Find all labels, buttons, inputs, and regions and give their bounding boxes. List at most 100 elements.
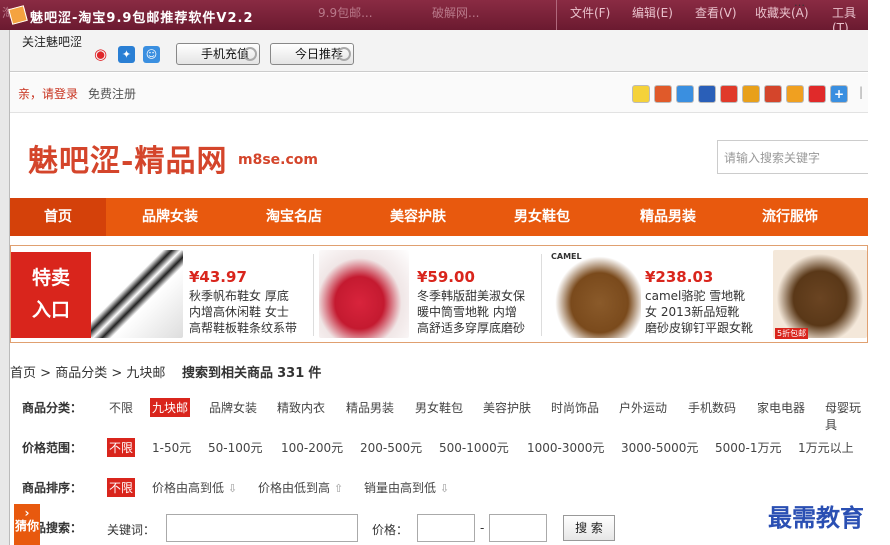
arrow-down-icon: ⇩: [227, 482, 238, 495]
site-logo[interactable]: 魅吧涩-精品网: [28, 136, 227, 180]
product-image-boots[interactable]: [773, 250, 867, 338]
breadcrumb-sep: >: [111, 366, 123, 381]
breadcrumb-category[interactable]: 商品分类: [55, 366, 107, 381]
breadcrumb-home[interactable]: 首页: [10, 366, 36, 381]
renren-icon[interactable]: [698, 85, 716, 103]
nav-men[interactable]: 精品男装: [620, 198, 716, 236]
price-option[interactable]: 1000-3000元: [525, 438, 606, 457]
nav-taobao-stores[interactable]: 淘宝名店: [246, 198, 342, 236]
tencent-weibo-icon[interactable]: ✦: [118, 46, 135, 63]
price-option[interactable]: 5000-1万元: [713, 438, 784, 457]
product-card-1[interactable]: ¥43.97 秋季帆布鞋女 厚底 内增高休闲鞋 女士 高帮鞋板鞋条纹系带: [189, 268, 297, 336]
tianya-icon[interactable]: [808, 85, 826, 103]
category-option-selected[interactable]: 九块邮: [150, 398, 191, 417]
price-option[interactable]: 100-200元: [279, 438, 345, 457]
search-input[interactable]: 请输入搜索关键字: [717, 140, 877, 174]
product-image-sneaker[interactable]: [91, 250, 183, 338]
plus-icon[interactable]: +: [830, 85, 848, 103]
product-price: ¥59.00: [417, 268, 475, 286]
product-desc-line: 女 2013新品短靴: [645, 305, 740, 319]
price-dash: -: [480, 521, 485, 535]
promo-banner: 特卖 入口 ¥43.97 秋季帆布鞋女 厚底 内增高休闲鞋 女士 高帮鞋板鞋条纹…: [10, 245, 868, 343]
price-option-selected[interactable]: 不限: [107, 438, 136, 457]
price-option[interactable]: 3000-5000元: [619, 438, 700, 457]
product-desc-line: 秋季帆布鞋女 厚底: [189, 289, 289, 303]
login-link[interactable]: 亲，请登录: [18, 85, 78, 102]
price-option[interactable]: 50-100元: [206, 438, 265, 457]
login-strip: 亲，请登录 免费注册 + |: [10, 73, 868, 113]
product-card-2[interactable]: ¥59.00 冬季韩版甜美淑女保 暖中筒雪地靴 内增 高舒适多穿厚底磨砂: [417, 268, 525, 336]
category-option[interactable]: 品牌女装: [207, 398, 259, 417]
category-option[interactable]: 精品男装: [344, 398, 396, 417]
product-card-3[interactable]: ¥238.03 camel骆驼 雪地靴 女 2013新品短靴 磨砂皮铆钉平跟女靴: [645, 268, 753, 336]
kaixin-icon[interactable]: [720, 85, 738, 103]
keyword-label: 关键词：: [107, 523, 156, 537]
category-option[interactable]: 精致内衣: [275, 398, 327, 417]
mobile-recharge-button[interactable]: 手机充值: [176, 43, 260, 65]
nav-brand-women[interactable]: 品牌女装: [122, 198, 218, 236]
sort-price-desc[interactable]: 价格由高到低 ⇩: [150, 478, 239, 497]
price-option[interactable]: 200-500元: [358, 438, 424, 457]
keyword-input[interactable]: [166, 514, 358, 542]
nav-beauty[interactable]: 美容护肤: [370, 198, 466, 236]
register-link[interactable]: 免费注册: [88, 85, 136, 102]
menu-edit[interactable]: 编辑(E): [632, 4, 673, 21]
sort-sales-desc[interactable]: 销量由高到低 ⇩: [362, 478, 451, 497]
sort-price-asc-label: 价格由低到高: [258, 481, 331, 495]
category-option[interactable]: 美容护肤: [481, 398, 533, 417]
share-icon[interactable]: [676, 85, 694, 103]
category-option[interactable]: 手机数码: [686, 398, 738, 417]
product-price: ¥43.97: [189, 268, 247, 286]
price-option[interactable]: 1-50元: [150, 438, 193, 457]
divider: |: [859, 85, 864, 99]
divider: [313, 254, 314, 336]
window-right-edge: [868, 0, 890, 545]
title-separator: [556, 0, 557, 30]
taobao-icon[interactable]: [764, 85, 782, 103]
camel-brand-label: CAMEL: [551, 252, 582, 261]
product-image-camel-boot[interactable]: [549, 250, 641, 338]
price-label: 价格：: [372, 523, 409, 537]
category-option[interactable]: 母婴玩具: [823, 398, 868, 434]
price-max-input[interactable]: [489, 514, 547, 542]
product-desc-line: 内增高休闲鞋 女士: [189, 305, 289, 319]
price-option[interactable]: 500-1000元: [437, 438, 511, 457]
sort-option-selected[interactable]: 不限: [107, 478, 136, 497]
nav-fashion[interactable]: 流行服饰: [742, 198, 838, 236]
douban-icon[interactable]: [742, 85, 760, 103]
rss-icon[interactable]: [654, 85, 672, 103]
category-option[interactable]: 不限: [107, 398, 135, 417]
window-title: 魅吧涩-淘宝9.9包邮推荐软件V2.2: [30, 11, 254, 26]
price-min-input[interactable]: [417, 514, 475, 542]
ghost-tab-1: 9.9包邮...: [318, 6, 373, 20]
tieba-icon[interactable]: [786, 85, 804, 103]
search-button[interactable]: 搜 索: [563, 515, 615, 541]
category-option[interactable]: 时尚饰品: [549, 398, 601, 417]
favorite-star-icon[interactable]: [632, 85, 650, 103]
result-unit: 件: [308, 366, 322, 381]
result-count: 331: [277, 366, 305, 381]
sort-price-asc[interactable]: 价格由低到高 ⇧: [256, 478, 345, 497]
product-desc-line: camel骆驼 雪地靴: [645, 289, 746, 303]
qq-icon[interactable]: ☺: [143, 46, 160, 63]
nav-home[interactable]: 首页: [10, 198, 106, 236]
window-left-border: [0, 30, 10, 545]
menu-file[interactable]: 文件(F): [570, 4, 610, 21]
sort-price-desc-label: 价格由高到低: [152, 481, 225, 495]
guess-side-tab[interactable]: › 猜你: [14, 504, 40, 545]
arrow-down-icon: ⇩: [439, 482, 450, 495]
sale-entry[interactable]: 特卖 入口: [11, 252, 91, 338]
today-recommend-button[interactable]: 今日推荐: [270, 43, 354, 65]
menu-view[interactable]: 查看(V): [695, 4, 737, 21]
toolbar: 关注魅吧涩 ◉ ✦ ☺ 手机充值 今日推荐: [10, 30, 868, 72]
category-option[interactable]: 男女鞋包: [413, 398, 465, 417]
sort-row: 商品排序： 不限 价格由高到低 ⇩ 价格由低到高 ⇧ 销量由高到低 ⇩: [10, 474, 868, 502]
product-desc-line: 高舒适多穿厚底磨砂: [417, 321, 526, 335]
price-option[interactable]: 1万元以上: [796, 438, 856, 457]
category-option[interactable]: 家电电器: [755, 398, 807, 417]
product-image-snow-boot[interactable]: [319, 250, 409, 338]
sale-entry-line2: 入口: [31, 299, 70, 321]
nav-shoes-bags[interactable]: 男女鞋包: [494, 198, 590, 236]
category-option[interactable]: 户外运动: [617, 398, 669, 417]
weibo-icon[interactable]: ◉: [92, 46, 109, 63]
